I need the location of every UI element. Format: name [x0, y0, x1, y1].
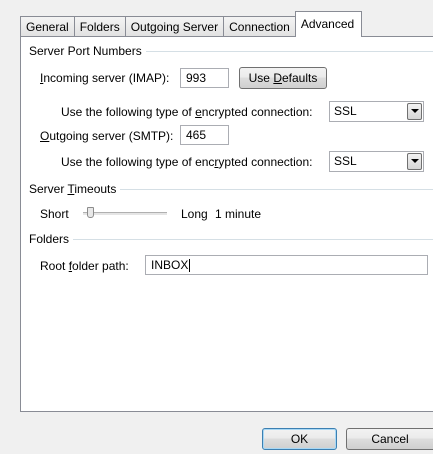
ok-button[interactable]: OK [262, 428, 337, 450]
outgoing-encryption-label: Use the following type of encrypted conn… [61, 155, 313, 169]
tab-connection[interactable]: Connection [223, 16, 296, 37]
account-settings-dialog: General Folders Outgoing Server Connecti… [0, 0, 433, 454]
outgoing-port-field[interactable]: 465 [180, 125, 229, 145]
tab-folders[interactable]: Folders [73, 16, 126, 37]
outgoing-server-label: Outgoing server (SMTP): [40, 129, 174, 143]
text-caret [189, 259, 191, 273]
timeout-long-label: Long [181, 207, 208, 221]
incoming-server-label: Incoming server (IMAP): [40, 71, 170, 85]
tab-general[interactable]: General [20, 16, 75, 37]
root-folder-value: INBOX [151, 258, 189, 272]
timeout-short-label: Short [40, 207, 69, 221]
use-defaults-button[interactable]: Use Defaults [239, 67, 327, 89]
group-divider [73, 239, 433, 240]
dropdown-arrow-icon[interactable] [407, 103, 422, 120]
group-label: Server Port Numbers [29, 44, 142, 58]
advanced-panel: Server Port Numbers Incoming server (IMA… [20, 36, 433, 412]
tab-outgoing-server[interactable]: Outgoing Server [124, 16, 225, 37]
group-label: Folders [29, 232, 70, 246]
outgoing-encryption-value: SSL [334, 154, 357, 168]
group-label: Server Timeouts [29, 182, 117, 196]
tab-advanced[interactable]: Advanced [294, 11, 362, 37]
cancel-button[interactable]: Cancel [346, 428, 433, 450]
server-port-numbers-group: Server Port Numbers [29, 44, 433, 58]
root-folder-label: Root folder path: [40, 259, 129, 273]
incoming-port-field[interactable]: 993 [180, 68, 229, 88]
outgoing-encryption-select[interactable]: SSL [329, 151, 424, 172]
tab-strip: General Folders Outgoing Server Connecti… [20, 11, 362, 37]
dropdown-arrow-icon[interactable] [407, 153, 422, 170]
folders-group: Folders [29, 232, 433, 246]
incoming-encryption-value: SSL [334, 104, 357, 118]
timeout-slider-thumb[interactable] [86, 207, 94, 218]
server-timeouts-group: Server Timeouts [29, 182, 433, 196]
timeout-value: 1 minute [215, 207, 262, 221]
incoming-encryption-label: Use the following type of encrypted conn… [61, 105, 313, 119]
group-divider [145, 51, 433, 52]
root-folder-field[interactable]: INBOX [145, 255, 428, 275]
group-divider [120, 189, 433, 190]
timeout-slider-track[interactable] [83, 212, 167, 216]
incoming-encryption-select[interactable]: SSL [329, 101, 424, 122]
